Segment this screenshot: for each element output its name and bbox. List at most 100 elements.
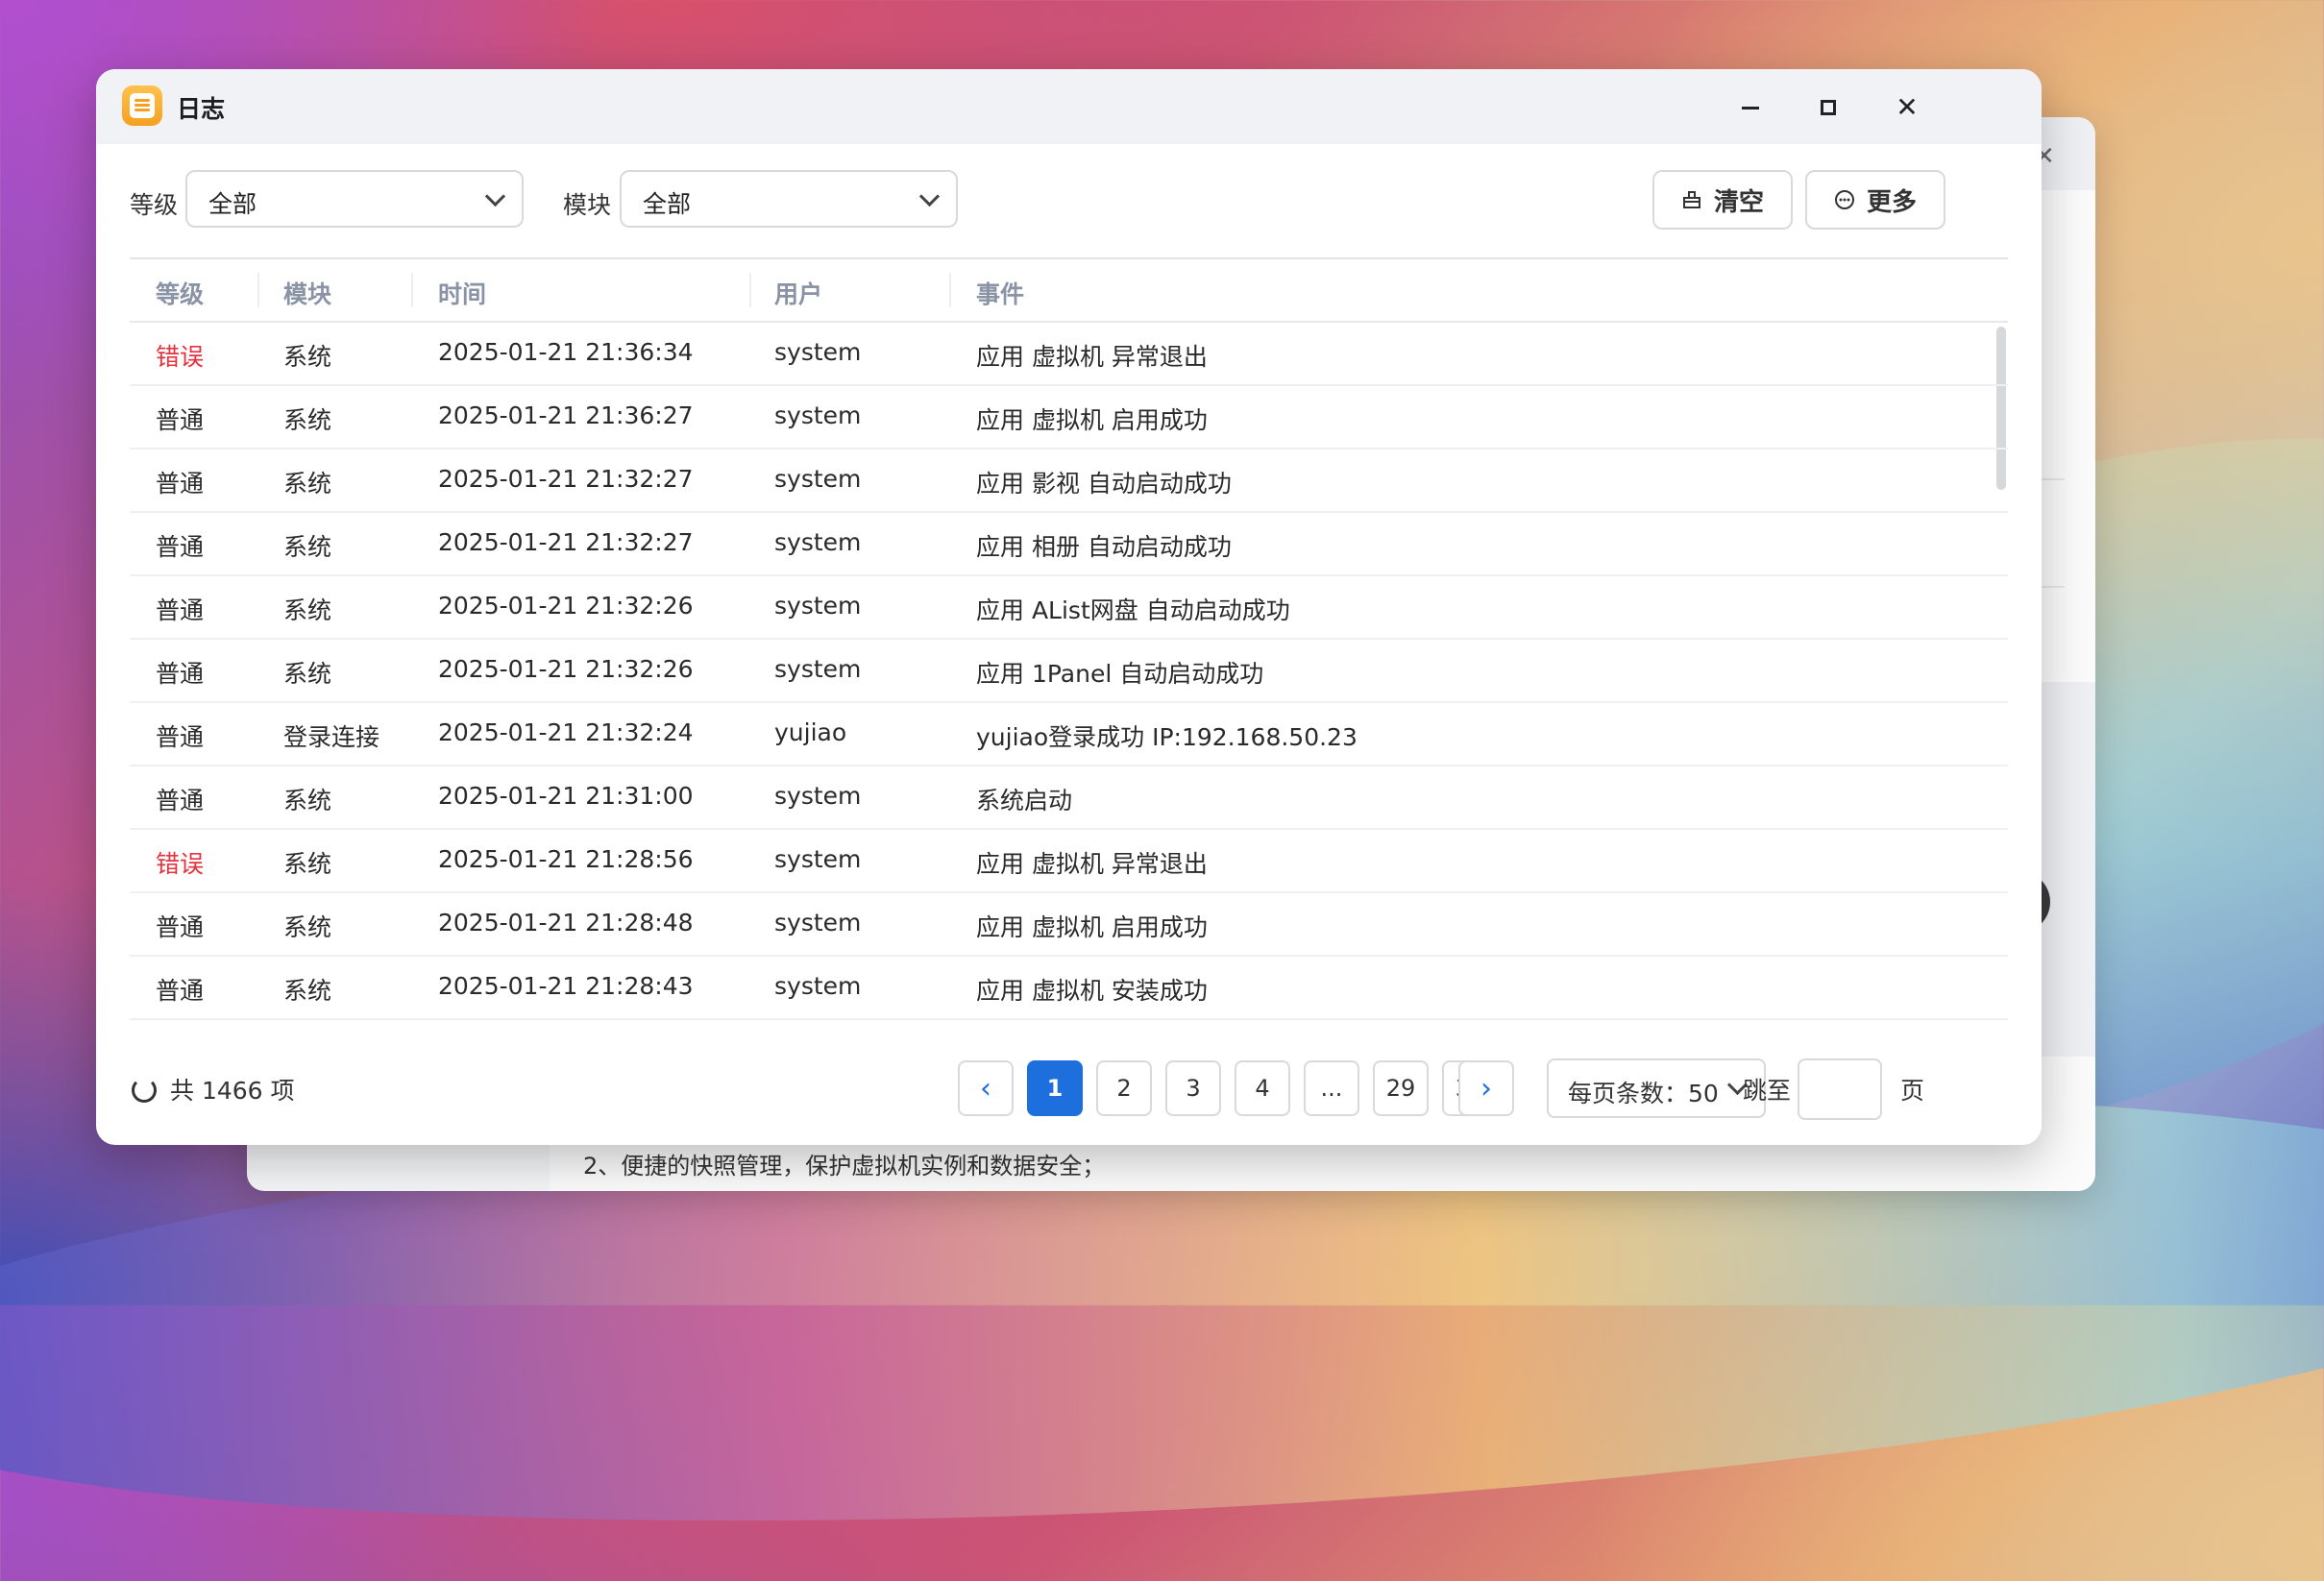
cell-event: 应用 影视 自动启动成功 bbox=[976, 470, 1232, 498]
cell-module: 系统 bbox=[283, 406, 332, 434]
cell-module: 系统 bbox=[283, 913, 332, 941]
cell-level: 普通 bbox=[156, 533, 205, 561]
cell-event: 应用 虚拟机 启用成功 bbox=[976, 406, 1208, 434]
column-header-time[interactable]: 时间 bbox=[438, 276, 486, 310]
page-button-1[interactable]: 1 bbox=[1027, 1060, 1083, 1116]
table-row[interactable]: 普通 登录连接 2025-01-21 21:32:24 yujiao yujiao登录成… bbox=[130, 703, 2008, 766]
module-filter-select[interactable]: 全部 bbox=[620, 170, 958, 228]
cell-time: 2025-01-21 21:32:26 bbox=[438, 592, 694, 620]
cell-event: 应用 1Panel 自动启动成功 bbox=[976, 660, 1264, 688]
minimize-button[interactable] bbox=[1731, 88, 1770, 127]
cell-event: 系统启动 bbox=[976, 787, 1073, 815]
page-size-select[interactable]: 每页条数：50 bbox=[1547, 1058, 1766, 1118]
cell-module: 系统 bbox=[283, 343, 332, 371]
pagination-bar: 共 1466 项 ‹ 1234...2930 › 每页条数：50 跳至 页 bbox=[130, 1058, 2008, 1122]
column-divider bbox=[411, 273, 413, 307]
cell-level: 普通 bbox=[156, 470, 205, 498]
cell-event: 应用 相册 自动启动成功 bbox=[976, 533, 1232, 561]
cell-time: 2025-01-21 21:32:24 bbox=[438, 718, 694, 746]
table-row[interactable]: 普通 系统 2025-01-21 21:31:00 system 系统启动 bbox=[130, 766, 2008, 830]
cell-module: 系统 bbox=[283, 977, 332, 1005]
page-button-4[interactable]: 4 bbox=[1235, 1060, 1290, 1116]
clear-button-label: 清空 bbox=[1713, 187, 1764, 217]
minimize-icon bbox=[1742, 106, 1759, 109]
cell-event: 应用 虚拟机 安装成功 bbox=[976, 977, 1208, 1005]
column-divider bbox=[749, 273, 751, 307]
clear-button[interactable]: 清空 bbox=[1652, 170, 1793, 230]
cell-module: 登录连接 bbox=[283, 723, 380, 751]
total-count: 共 1466 项 bbox=[170, 1077, 295, 1105]
cell-event: yujiao登录成功 IP:192.168.50.23 bbox=[976, 723, 1358, 751]
log-table: 等级 模块 时间 用户 事件 错误 系统 2025-01-21 21:36:34 sy… bbox=[130, 257, 2008, 1034]
window-title: 日志 bbox=[177, 95, 226, 123]
cell-user: system bbox=[774, 845, 862, 873]
clean-icon bbox=[1682, 191, 1700, 208]
table-row[interactable]: 普通 系统 2025-01-21 21:32:26 system 应用 AList网盘 … bbox=[130, 576, 2008, 640]
filter-bar: 等级 全部 模块 全部 清空 更多 bbox=[130, 167, 2008, 231]
page-button-3[interactable]: 3 bbox=[1165, 1060, 1221, 1116]
more-button-label: 更多 bbox=[1866, 187, 1917, 217]
more-button[interactable]: 更多 bbox=[1805, 170, 1945, 230]
table-row[interactable]: 普通 系统 2025-01-21 21:36:27 system 应用 虚拟机 启用成功 bbox=[130, 386, 2008, 450]
column-divider bbox=[949, 273, 951, 307]
table-row[interactable]: 普通 系统 2025-01-21 21:32:27 system 应用 影视 自动启动成… bbox=[130, 450, 2008, 513]
chevron-down-icon bbox=[918, 185, 941, 207]
cell-level: 普通 bbox=[156, 660, 205, 688]
jump-page-input[interactable] bbox=[1798, 1058, 1882, 1120]
cell-level: 错误 bbox=[156, 343, 205, 371]
cell-module: 系统 bbox=[283, 533, 332, 561]
table-row[interactable]: 普通 系统 2025-01-21 21:28:48 system 应用 虚拟机 启用成功 bbox=[130, 893, 2008, 957]
column-header-module[interactable]: 模块 bbox=[283, 276, 331, 310]
table-row[interactable]: 错误 系统 2025-01-21 21:36:34 system 应用 虚拟机 异常退出 bbox=[130, 323, 2008, 386]
cell-user: system bbox=[774, 401, 862, 429]
cell-level: 普通 bbox=[156, 977, 205, 1005]
cell-time: 2025-01-21 21:28:48 bbox=[438, 909, 694, 936]
cell-level: 普通 bbox=[156, 596, 205, 624]
cell-user: system bbox=[774, 465, 862, 493]
cell-level: 普通 bbox=[156, 723, 205, 751]
cell-level: 普通 bbox=[156, 406, 205, 434]
cell-user: system bbox=[774, 338, 862, 366]
column-header-user[interactable]: 用户 bbox=[774, 276, 822, 310]
cell-user: system bbox=[774, 655, 862, 683]
close-button[interactable]: ✕ bbox=[1888, 88, 1926, 127]
page-button-29[interactable]: 29 bbox=[1373, 1060, 1429, 1116]
cell-user: yujiao bbox=[774, 718, 847, 746]
table-row[interactable]: 错误 系统 2025-01-21 21:28:56 system 应用 虚拟机 异常退出 bbox=[130, 830, 2008, 893]
log-app-icon bbox=[122, 85, 162, 126]
more-icon bbox=[1834, 190, 1854, 209]
prev-page-button[interactable]: ‹ bbox=[958, 1060, 1014, 1116]
table-row[interactable]: 普通 系统 2025-01-21 21:32:26 system 应用 1Panel 自… bbox=[130, 640, 2008, 703]
cell-event: 应用 虚拟机 启用成功 bbox=[976, 913, 1208, 941]
page-ellipsis-button[interactable]: ... bbox=[1304, 1060, 1359, 1116]
level-filter-select[interactable]: 全部 bbox=[185, 170, 524, 228]
page-suffix-label: 页 bbox=[1900, 1077, 1925, 1105]
description-text: 2、便捷的快照管理，保护虚拟机实例和数据安全； bbox=[583, 1153, 1106, 1180]
cell-module: 系统 bbox=[283, 470, 332, 498]
cell-level: 普通 bbox=[156, 787, 205, 815]
log-window: 日志 ✕ 等级 全部 模块 全部 清空 更多 等级 模块 时间 用户 事件 错误… bbox=[96, 69, 2042, 1145]
next-page-button[interactable]: › bbox=[1458, 1060, 1514, 1116]
page-button-2[interactable]: 2 bbox=[1096, 1060, 1152, 1116]
cell-time: 2025-01-21 21:32:27 bbox=[438, 528, 694, 556]
cell-time: 2025-01-21 21:28:56 bbox=[438, 845, 694, 873]
cell-time: 2025-01-21 21:31:00 bbox=[438, 782, 694, 810]
column-header-event[interactable]: 事件 bbox=[976, 276, 1024, 310]
level-filter-value: 全部 bbox=[208, 190, 257, 218]
table-body[interactable]: 错误 系统 2025-01-21 21:36:34 system 应用 虚拟机 异常退出… bbox=[130, 323, 2008, 1034]
maximize-button[interactable] bbox=[1809, 88, 1847, 127]
close-icon: ✕ bbox=[1896, 91, 1919, 123]
cell-module: 系统 bbox=[283, 787, 332, 815]
page-size-value: 每页条数：50 bbox=[1568, 1080, 1719, 1107]
table-row[interactable]: 普通 系统 2025-01-21 21:32:27 system 应用 相册 自动启动成… bbox=[130, 513, 2008, 576]
title-bar: 日志 ✕ bbox=[96, 69, 2042, 144]
column-header-level[interactable]: 等级 bbox=[156, 276, 204, 310]
table-row[interactable]: 普通 系统 2025-01-21 21:28:43 system 应用 虚拟机 安装成功 bbox=[130, 957, 2008, 1020]
refresh-icon[interactable] bbox=[132, 1078, 157, 1103]
table-row[interactable]: 普通系统2025-01-21 21:28:13system应用 相册 自动启动成… bbox=[130, 1020, 2008, 1034]
cell-user: system bbox=[774, 909, 862, 936]
table-header: 等级 模块 时间 用户 事件 bbox=[130, 257, 2008, 323]
cell-level: 错误 bbox=[156, 850, 205, 878]
module-filter-label: 模块 bbox=[563, 191, 612, 219]
cell-user: system bbox=[774, 972, 862, 1000]
